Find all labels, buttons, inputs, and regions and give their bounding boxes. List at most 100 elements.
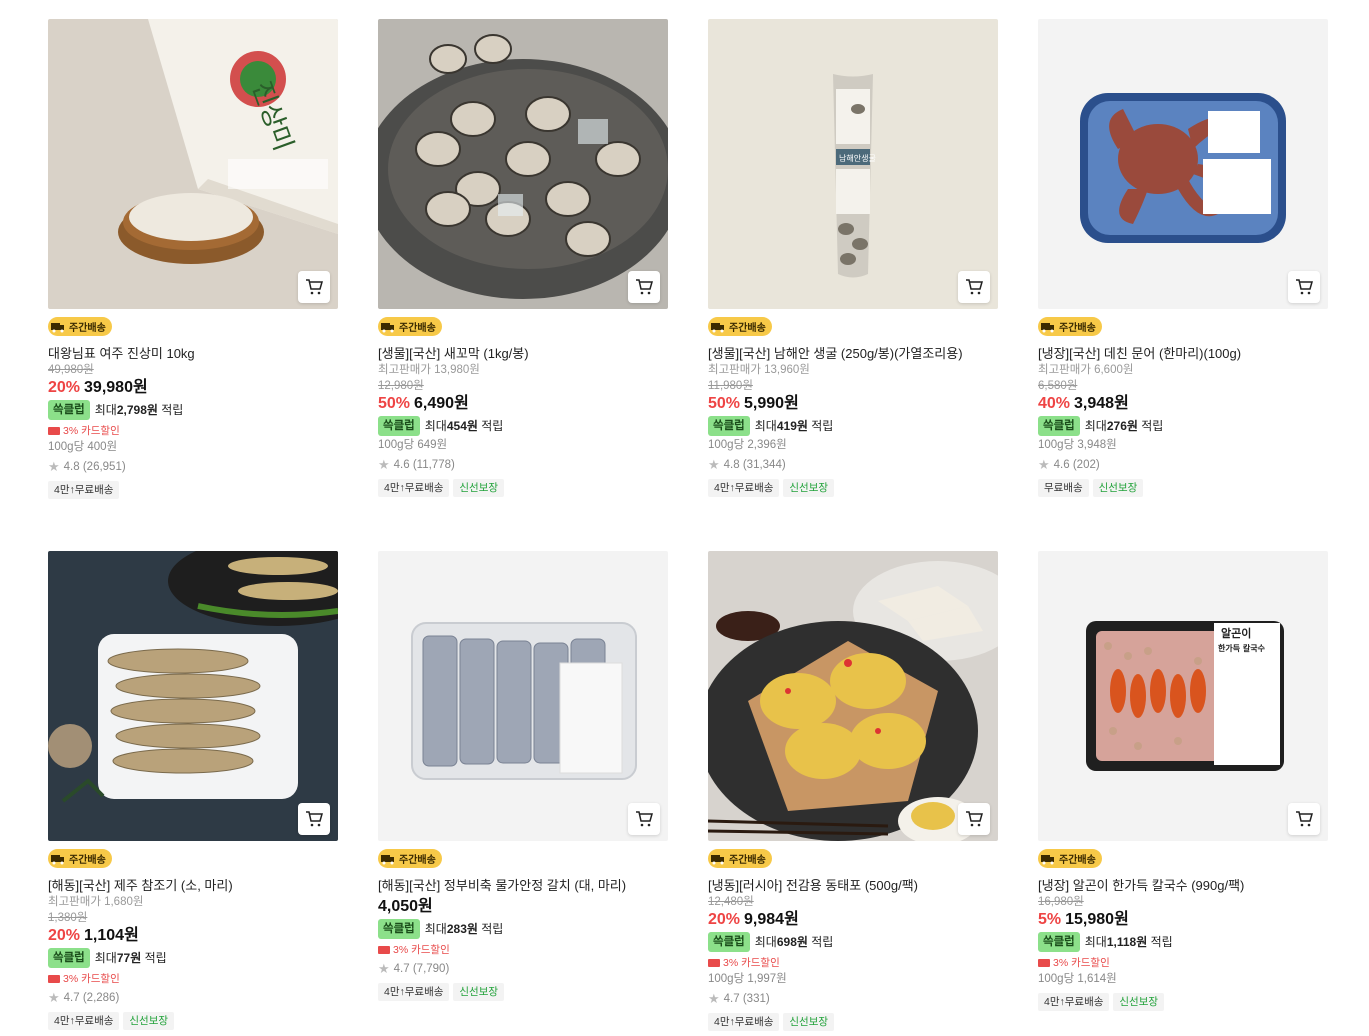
delivery-badge-label: 주간배송: [399, 855, 436, 866]
points-badge: 쓱클럽: [708, 931, 750, 952]
cart-icon: [636, 811, 653, 827]
product-image[interactable]: 남해안생굴: [708, 19, 998, 309]
product-image[interactable]: [378, 19, 668, 309]
star-icon: ★: [48, 989, 60, 1005]
unit-price: 100g당 1,614원: [1038, 972, 1117, 985]
original-price: 1,380원: [48, 911, 88, 924]
product-card[interactable]: 주간배송 [해동][국산] 정부비축 물가안정 갈치 (대, 마리) 4,050…: [378, 551, 668, 1001]
product-image[interactable]: [48, 551, 338, 841]
product-name[interactable]: [해동][국산] 제주 참조기 (소, 마리): [48, 877, 338, 894]
add-to-cart-button[interactable]: [958, 271, 990, 303]
points-prefix: 최대: [424, 921, 447, 936]
points-row: 쓱클럽 최대 276원 적립: [1038, 415, 1328, 436]
add-to-cart-button[interactable]: [298, 803, 330, 835]
truck-icon: [710, 320, 726, 334]
tag-fresh-guarantee: 신선보장: [453, 982, 505, 1001]
rating-value: 4.7 (2,286): [63, 991, 120, 1004]
product-card[interactable]: 알곤이 한가득 칼국수 주간배송 [냉장] 알곤이 한가득 칼국수 (990g/…: [1038, 551, 1328, 1011]
points-prefix: 최대: [94, 402, 117, 417]
product-image[interactable]: [378, 551, 668, 841]
points-suffix: 적립: [481, 418, 504, 433]
tag-list: 4만↑무료배송 신선보장: [708, 478, 998, 497]
cart-icon: [966, 811, 983, 827]
reference-price: 최고판매가 13,980원: [378, 363, 480, 376]
sale-price: 39,980원: [84, 378, 148, 396]
delivery-badge-label: 주간배송: [1059, 323, 1096, 334]
product-name[interactable]: 대왕님표 여주 진상미 10kg: [48, 345, 338, 362]
product-name[interactable]: [생물][국산] 새꼬막 (1kg/봉): [378, 345, 668, 362]
points-badge: 쓱클럽: [378, 415, 420, 436]
add-to-cart-button[interactable]: [1288, 803, 1320, 835]
rating-value: 4.6 (202): [1053, 458, 1100, 471]
star-icon: ★: [708, 990, 720, 1006]
points-suffix: 적립: [144, 950, 167, 965]
rating-value: 4.8 (31,344): [723, 458, 786, 471]
rating: ★ 4.8 (26,951): [48, 459, 338, 475]
delivery-badge: 주간배송: [1038, 849, 1102, 868]
product-image[interactable]: 진상미: [48, 19, 338, 309]
delivery-badge-label: 주간배송: [729, 855, 766, 866]
tag-free-shipping: 4만↑무료배송: [708, 1012, 780, 1031]
points-amount: 77원: [116, 950, 142, 965]
product-image[interactable]: 알곤이 한가득 칼국수: [1038, 551, 1328, 841]
tag-list: 4만↑무료배송 신선보장: [48, 1011, 338, 1030]
unit-price: 100g당 2,396원: [708, 438, 787, 451]
star-icon: ★: [1038, 456, 1050, 472]
delivery-badge-label: 주간배송: [69, 323, 106, 334]
product-name[interactable]: [생물][국산] 남해안 생굴 (250g/봉)(가열조리용): [708, 345, 998, 362]
truck-icon: [1040, 320, 1056, 334]
price-row: 20% 39,980원: [48, 378, 338, 398]
add-to-cart-button[interactable]: [628, 271, 660, 303]
delivery-badge: 주간배송: [378, 849, 442, 868]
product-card[interactable]: 남해안생굴 주간배송 [생물][국산] 남해안 생굴 (250g/봉)(가열조리…: [708, 19, 998, 497]
product-name[interactable]: [해동][국산] 정부비축 물가안정 갈치 (대, 마리): [378, 877, 668, 894]
points-suffix: 적립: [811, 934, 834, 949]
reference-price: 최고판매가 1,680원: [48, 895, 144, 908]
sale-price: 15,980원: [1065, 910, 1129, 928]
original-price: 12,980원: [378, 379, 424, 392]
product-card[interactable]: 주간배송 [냉동][러시아] 전감용 동태포 (500g/팩) 12,480원 …: [708, 551, 998, 1031]
truck-icon: [50, 320, 66, 334]
product-image[interactable]: [1038, 19, 1328, 309]
noodle-pack-label-2: 한가득 칼국수: [1218, 643, 1266, 653]
tag-fresh-guarantee: 신선보장: [1092, 478, 1144, 497]
tag-fresh-guarantee: 신선보장: [783, 478, 835, 497]
sale-price: 3,948원: [1074, 394, 1129, 412]
points-badge: 쓱클럽: [378, 918, 420, 939]
discount-rate: 5%: [1038, 910, 1062, 928]
points-suffix: 적립: [1141, 418, 1164, 433]
product-card[interactable]: 주간배송 [생물][국산] 새꼬막 (1kg/봉) 최고판매가 13,980원 …: [378, 19, 668, 497]
delivery-badge-label: 주간배송: [399, 323, 436, 334]
add-to-cart-button[interactable]: [958, 803, 990, 835]
points-row: 쓱클럽 최대 1,118원 적립: [1038, 931, 1328, 952]
points-suffix: 적립: [161, 402, 184, 417]
card-discount-label: 3% 카드할인: [393, 943, 450, 956]
tag-fresh-guarantee: 신선보장: [123, 1011, 175, 1030]
tag-free-shipping: 4만↑무료배송: [378, 478, 450, 497]
product-image[interactable]: [708, 551, 998, 841]
card-discount-label: 3% 카드할인: [63, 424, 120, 437]
delivery-badge: 주간배송: [48, 849, 112, 868]
product-name[interactable]: [냉동][러시아] 전감용 동태포 (500g/팩): [708, 877, 998, 894]
points-row: 쓱클럽 최대 454원 적립: [378, 415, 668, 436]
product-name[interactable]: [냉장] 알곤이 한가득 칼국수 (990g/팩): [1038, 877, 1328, 894]
credit-card-icon: [48, 426, 60, 435]
tag-free-shipping: 무료배송: [1038, 478, 1089, 497]
points-badge: 쓱클럽: [708, 415, 750, 436]
price-row: 20% 1,104원: [48, 926, 338, 946]
product-name[interactable]: [냉장][국산] 데친 문어 (한마리)(100g): [1038, 345, 1328, 362]
rating-value: 4.7 (331): [723, 992, 770, 1005]
add-to-cart-button[interactable]: [628, 803, 660, 835]
original-price: 49,980원: [48, 363, 94, 376]
product-card[interactable]: 주간배송 [해동][국산] 제주 참조기 (소, 마리) 최고판매가 1,680…: [48, 551, 338, 1030]
card-discount: 3% 카드할인: [1038, 956, 1328, 970]
rating: ★ 4.6 (202): [1038, 457, 1328, 473]
add-to-cart-button[interactable]: [298, 271, 330, 303]
delivery-badge: 주간배송: [378, 317, 442, 336]
product-card[interactable]: 주간배송 [냉장][국산] 데친 문어 (한마리)(100g) 최고판매가 6,…: [1038, 19, 1328, 497]
discount-rate: 20%: [48, 378, 81, 396]
cart-icon: [636, 279, 653, 295]
add-to-cart-button[interactable]: [1288, 271, 1320, 303]
reference-price: 최고판매가 13,960원: [708, 363, 810, 376]
product-card[interactable]: 진상미 주간배송 대왕님표 여주 진상미 10kg 49,980원 20% 39,…: [48, 19, 338, 499]
